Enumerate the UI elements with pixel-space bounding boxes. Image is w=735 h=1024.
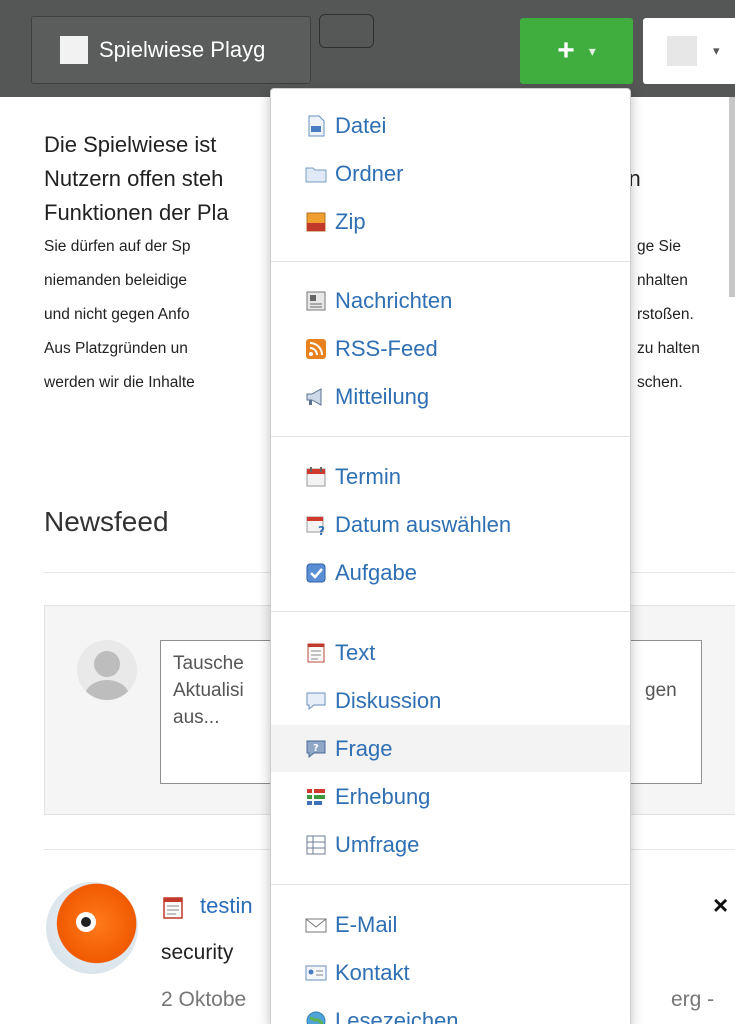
menu-item-diskussion[interactable]: Diskussion bbox=[271, 677, 630, 724]
plus-icon: + bbox=[557, 34, 575, 67]
top-navbar: Spielwiese Playg + ▾ ▾ bbox=[0, 0, 735, 97]
user-avatar bbox=[667, 36, 697, 66]
menu-item-kontakt[interactable]: Kontakt bbox=[271, 949, 630, 996]
megaphone-icon bbox=[306, 387, 322, 406]
newsfeed-heading: Newsfeed bbox=[44, 506, 169, 537]
menu-item-termin[interactable]: Termin bbox=[271, 453, 630, 500]
folder-icon bbox=[305, 167, 327, 182]
secondary-toolbar-button[interactable] bbox=[319, 14, 374, 48]
menu-item-text[interactable]: Text bbox=[271, 629, 630, 676]
goldfish-icon bbox=[76, 912, 96, 932]
menu-item-label: Aufgabe bbox=[335, 559, 417, 585]
menu-item-label: E-Mail bbox=[335, 911, 398, 937]
menu-item-frage[interactable]: ? Frage bbox=[271, 725, 630, 772]
calendar-icon bbox=[306, 466, 326, 486]
menu-item-label: Datei bbox=[335, 112, 387, 138]
space-name: Spielwiese Playg bbox=[99, 37, 266, 62]
task-icon bbox=[306, 563, 326, 582]
menu-item-label: Datum auswählen bbox=[335, 511, 512, 537]
menu-item-ordner[interactable]: Ordner bbox=[271, 150, 630, 197]
menu-item-lesezeichen[interactable]: Lesezeichen bbox=[271, 997, 630, 1024]
menu-item-label: Nachrichten bbox=[335, 287, 453, 313]
menu-item-label: Diskussion bbox=[335, 687, 442, 713]
menu-item-aufgabe[interactable]: Aufgabe bbox=[271, 549, 630, 596]
question-icon: ? bbox=[306, 740, 326, 758]
menu-item-umfrage[interactable]: Umfrage bbox=[271, 821, 630, 868]
menu-item-label: Umfrage bbox=[335, 831, 420, 857]
menu-item-datei[interactable]: Datei bbox=[271, 102, 630, 149]
menu-divider bbox=[271, 611, 630, 612]
text-icon bbox=[163, 897, 183, 919]
menu-divider bbox=[271, 261, 630, 262]
menu-item-datum-auswaehlen[interactable]: ? Datum auswählen bbox=[271, 501, 630, 548]
post-title-link[interactable]: testin bbox=[200, 893, 253, 919]
zip-icon bbox=[306, 212, 326, 231]
menu-item-mitteilung[interactable]: Mitteilung bbox=[271, 373, 630, 420]
post-subtitle: security bbox=[161, 941, 234, 964]
poll-icon bbox=[306, 835, 326, 854]
menu-divider bbox=[271, 436, 630, 437]
add-content-button[interactable]: + ▾ bbox=[520, 18, 633, 84]
rss-icon bbox=[306, 338, 326, 359]
survey-icon bbox=[307, 788, 325, 805]
text-icon bbox=[307, 643, 325, 662]
menu-item-nachrichten[interactable]: Nachrichten bbox=[271, 277, 630, 324]
person-icon bbox=[85, 651, 129, 700]
user-avatar-placeholder bbox=[77, 640, 137, 700]
menu-item-e-mail[interactable]: E-Mail bbox=[271, 901, 630, 948]
menu-item-label: Mitteilung bbox=[335, 383, 430, 409]
contact-icon bbox=[305, 965, 327, 980]
menu-item-label: Zip bbox=[335, 208, 366, 234]
email-icon bbox=[305, 918, 327, 932]
menu-divider bbox=[271, 884, 630, 885]
svg-text:?: ? bbox=[313, 743, 319, 754]
file-icon bbox=[308, 115, 325, 136]
menu-item-zip[interactable]: Zip bbox=[271, 198, 630, 245]
space-chooser-button[interactable]: Spielwiese Playg bbox=[31, 16, 311, 84]
bookmark-icon bbox=[306, 1011, 326, 1024]
add-content-menu: Datei Ordner Zip Nachrichten RSS-Feed Mi… bbox=[270, 88, 631, 1024]
menu-item-label: Erhebung bbox=[335, 783, 431, 809]
menu-item-label: RSS-Feed bbox=[335, 335, 438, 361]
menu-item-label: Termin bbox=[335, 463, 402, 489]
menu-item-label: Frage bbox=[335, 735, 393, 761]
menu-item-label: Text bbox=[335, 639, 376, 665]
menu-item-rss-feed[interactable]: RSS-Feed bbox=[271, 325, 630, 372]
menu-item-label: Ordner bbox=[335, 160, 404, 186]
close-icon[interactable]: × bbox=[713, 890, 728, 921]
discussion-icon bbox=[306, 692, 326, 710]
post-meta: 2 Oktobe erg - bbox=[161, 988, 715, 1011]
user-menu-button[interactable]: ▾ bbox=[643, 18, 735, 84]
post-author-avatar[interactable] bbox=[46, 882, 138, 974]
chevron-down-icon: ▾ bbox=[588, 42, 596, 59]
date-poll-icon: ? bbox=[306, 516, 325, 536]
space-icon bbox=[60, 36, 88, 64]
chevron-down-icon: ▾ bbox=[713, 43, 720, 58]
menu-item-label: Lesezeichen bbox=[335, 1007, 459, 1024]
news-icon bbox=[306, 291, 326, 310]
svg-text:?: ? bbox=[318, 524, 325, 536]
menu-item-erhebung[interactable]: Erhebung bbox=[271, 773, 630, 820]
menu-item-label: Kontakt bbox=[335, 959, 410, 985]
